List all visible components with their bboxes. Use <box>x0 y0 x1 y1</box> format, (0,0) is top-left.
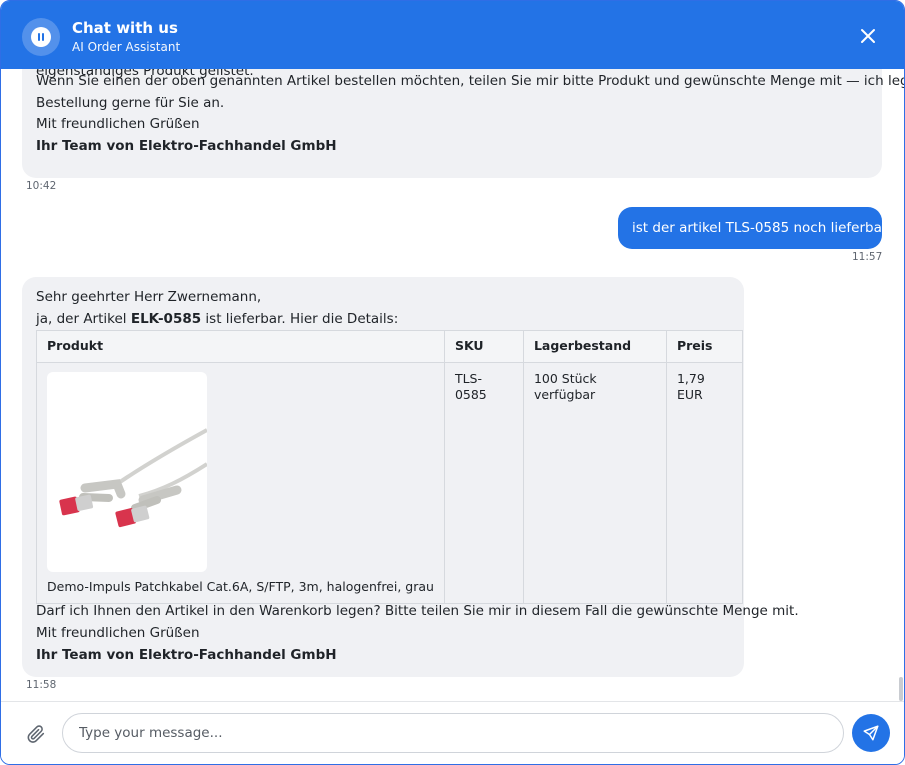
chat-widget: Chat with us AI Order Assistant eigenstä… <box>0 0 905 765</box>
stock-cell: 100 Stück verfügbar <box>522 362 667 604</box>
paperclip-icon[interactable] <box>25 722 47 746</box>
product-name: Demo-Impuls Patchkabel Cat.6A, S/FTP, 3m… <box>47 579 434 594</box>
message-timestamp: 10:42 <box>26 180 57 192</box>
product-cell: Demo-Impuls Patchkabel Cat.6A, S/FTP, 3m… <box>36 362 445 604</box>
message-greeting: Sehr geehrter Herr Zwernemann, <box>36 289 262 305</box>
column-header: SKU <box>443 330 524 363</box>
column-header: Lagerbestand <box>522 330 667 363</box>
send-button[interactable] <box>852 714 890 752</box>
message-closing: Mit freundlichen Grüßen <box>36 625 200 641</box>
message-timestamp: 11:58 <box>26 679 57 691</box>
price-cell: 1,79 EUR <box>665 362 743 604</box>
assistant-message: Sehr geehrter Herr Zwernemann, ja, der A… <box>22 277 799 677</box>
message-line: Bestellung gerne für Sie an. <box>36 94 225 111</box>
sku-highlight: ELK-0585 <box>130 311 202 327</box>
message-list[interactable]: eigenständiges Produkt gelistet. Wenn Si… <box>1 69 904 701</box>
message-info: ja, der Artikel ELK-0585 ist lieferbar. … <box>36 311 399 327</box>
table-row: Demo-Impuls Patchkabel Cat.6A, S/FTP, 3m… <box>36 362 743 604</box>
column-header: Produkt <box>36 330 445 363</box>
chat-header: Chat with us AI Order Assistant <box>1 1 904 69</box>
product-table: Produkt SKU Lagerbestand Preis Demo-Impu… <box>36 330 743 604</box>
close-icon[interactable] <box>857 25 879 47</box>
chat-subtitle: AI Order Assistant <box>72 40 181 54</box>
signature: Ihr Team von Elektro-Fachhandel GmbH <box>36 137 337 154</box>
message-line: Mit freundlichen Grüßen <box>36 116 200 132</box>
message-question: Darf ich Ihnen den Artikel in den Warenk… <box>36 603 799 619</box>
signature: Ihr Team von Elektro-Fachhandel GmbH <box>36 647 337 663</box>
pause-icon <box>31 27 51 47</box>
composer <box>1 701 904 764</box>
patch-cable-image <box>47 372 209 572</box>
message-line: Wenn Sie einen der oben genannten Artike… <box>36 73 904 89</box>
assistant-avatar <box>22 18 60 56</box>
message-timestamp: 11:57 <box>852 251 883 263</box>
scrollbar[interactable] <box>899 677 903 701</box>
assistant-message: eigenständiges Produkt gelistet. Wenn Si… <box>22 69 904 178</box>
column-header: Preis <box>665 330 743 363</box>
message-input[interactable] <box>62 713 844 753</box>
sku-cell: TLS-0585 <box>443 362 524 604</box>
send-icon <box>863 725 879 741</box>
user-message: ist der artikel TLS-0585 noch lieferbar? <box>618 207 895 249</box>
chat-title: Chat with us <box>72 19 178 37</box>
